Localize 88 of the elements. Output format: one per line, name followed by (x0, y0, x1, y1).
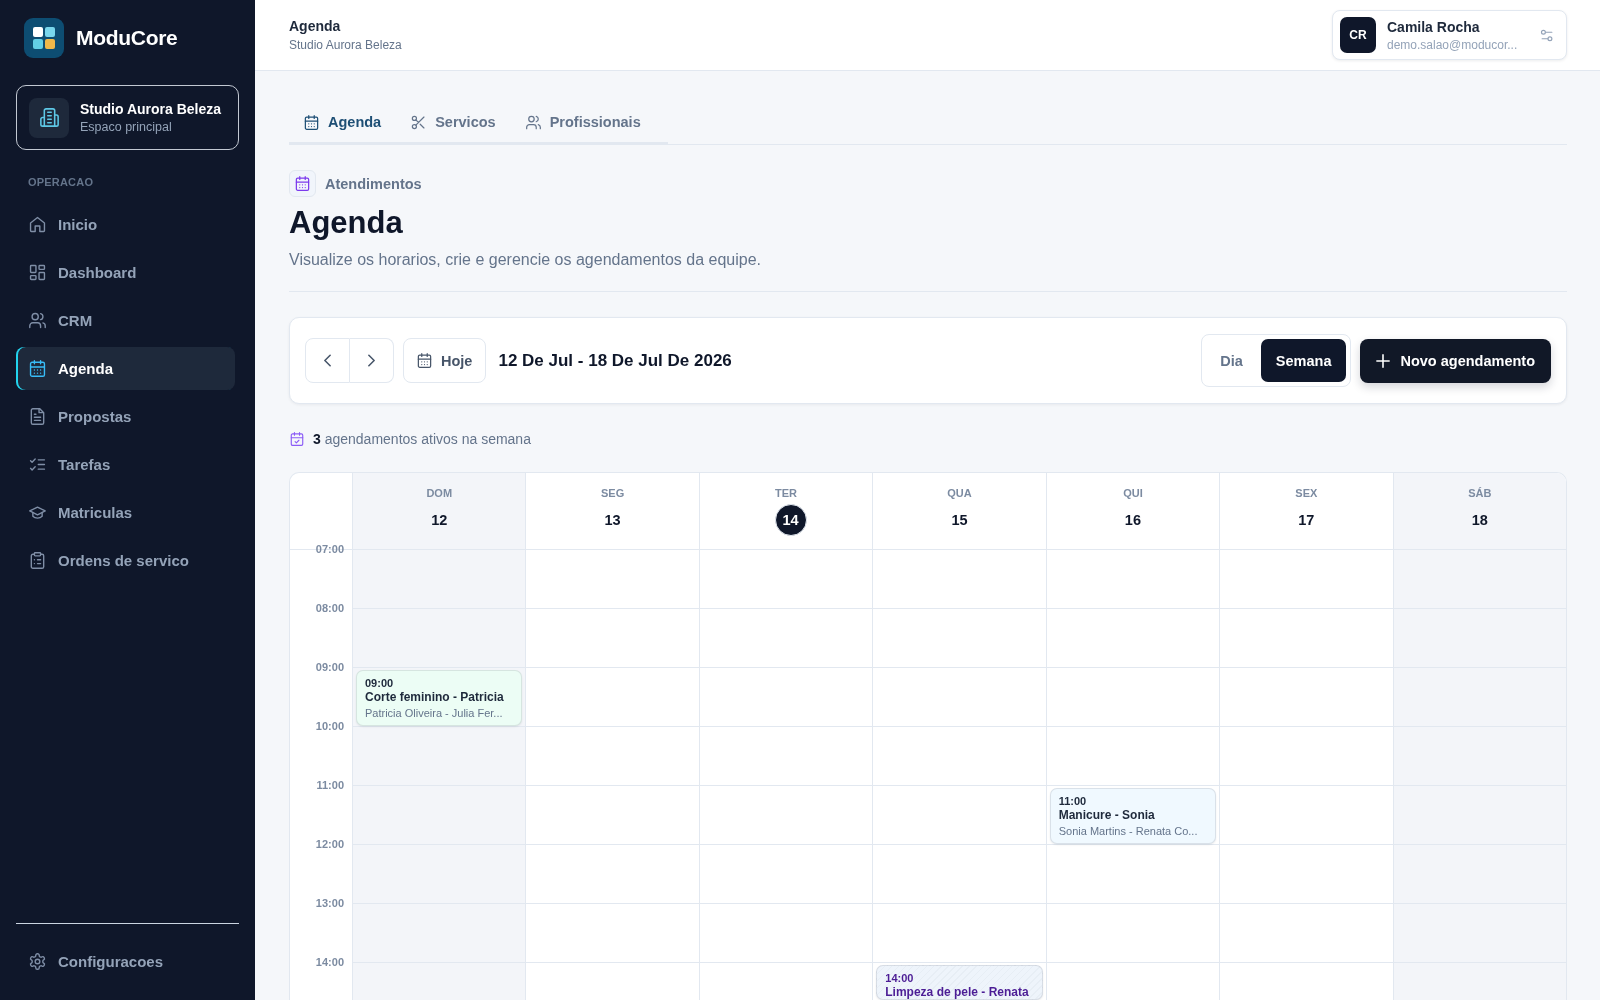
appointment-time: 09:00 (365, 676, 395, 690)
calendar-icon (289, 170, 316, 197)
time-label: 10:00 (315, 720, 344, 733)
calendar-icon (304, 114, 319, 130)
nav-section-label: OPERACAO (27, 176, 95, 189)
document-icon (29, 408, 46, 425)
calendar-icon (29, 360, 46, 377)
nav-item[interactable]: Tarefas (16, 443, 235, 486)
section-label: Atendimentos (325, 175, 422, 192)
user-name: Camila Rocha (1387, 18, 1481, 35)
weekday-label: DOM (426, 487, 453, 500)
chevron-left-icon (324, 354, 331, 367)
day-number: 15 (950, 511, 969, 530)
workspace-switcher[interactable]: Studio Aurora Beleza Espaco principal (16, 85, 239, 150)
appointment-count: 3 agendamentos ativos na semana (313, 430, 531, 448)
page-title: Agenda (289, 18, 342, 34)
checklist-icon (29, 456, 46, 473)
home-icon (29, 216, 46, 233)
weekday-label: SEX (1295, 487, 1318, 500)
weekday-label: QUA (947, 487, 972, 500)
user-email: demo.salao@moducor... (1387, 37, 1519, 52)
time-label: 14:00 (315, 956, 344, 969)
appointment-people: Sonia Martins - Renata Co... (1058, 824, 1199, 838)
clipboard-icon (29, 552, 46, 569)
day-number: 16 (1123, 511, 1142, 530)
calendar-check-icon (290, 432, 304, 446)
weekday-label: SEG (601, 487, 625, 500)
day-number: 14 (774, 504, 807, 536)
time-label: 13:00 (315, 897, 344, 910)
today-button[interactable]: Hoje (403, 338, 487, 383)
weekday-label: TER (775, 487, 798, 500)
scissors-icon (411, 114, 427, 130)
day-number: 12 (430, 511, 449, 530)
plus-icon (1376, 353, 1391, 368)
calendar-icon (417, 353, 432, 368)
tab[interactable]: Agenda (289, 102, 397, 142)
building-icon (29, 97, 69, 138)
weekday-label: SÁB (1468, 487, 1492, 500)
settings-icon (29, 953, 46, 970)
date-range: 12 De Jul - 18 De Jul De 2026 (498, 350, 732, 371)
grid-icon (29, 264, 46, 281)
users-icon (525, 114, 541, 130)
time-label: 11:00 (316, 779, 344, 792)
time-label: 12:00 (315, 838, 344, 851)
chevron-right-icon (368, 354, 375, 367)
nav-item[interactable]: Ordens de servico (16, 539, 235, 582)
tab[interactable]: Profissionais (510, 102, 656, 142)
appointment-title: Corte feminino - Patricia (365, 690, 505, 705)
time-label: 08:00 (315, 602, 344, 615)
appointment-card[interactable]: 09:00 Corte feminino - Patricia Patricia Oliveira - Julia Fer... (356, 670, 523, 726)
previous-button[interactable] (305, 338, 350, 383)
nav-item[interactable]: Matriculas (16, 491, 235, 534)
day-number: 18 (1470, 511, 1489, 530)
nav-item[interactable]: Inicio (16, 203, 235, 246)
graduation-cap-icon (29, 504, 46, 521)
user-menu[interactable]: CR Camila Rocha demo.salao@moducor... (1332, 10, 1567, 60)
nav-item[interactable]: Agenda (16, 347, 235, 390)
appointment-card[interactable]: 11:00 Manicure - Sonia Sonia Martins - Renata Co... (1049, 788, 1217, 844)
sliders-icon (1540, 28, 1554, 42)
appointment-people: Patricia Oliveira - Julia Fer... (365, 706, 504, 720)
appointment-title: Limpeza de pele - Renata (885, 985, 1030, 999)
brand-name: ModuCore (76, 26, 178, 50)
view-option[interactable]: Dia (1206, 339, 1257, 382)
nav-item[interactable]: Dashboard (16, 251, 235, 294)
appointment-time: 14:00 (885, 971, 915, 985)
avatar: CR (1340, 17, 1376, 53)
logo-icon (24, 18, 64, 58)
nav-item[interactable]: CRM (16, 299, 235, 342)
workspace-name: Studio Aurora Beleza (80, 101, 222, 117)
users-icon (29, 312, 46, 329)
time-label: 09:00 (315, 661, 344, 674)
day-number: 13 (603, 511, 622, 530)
page-subtitle: Studio Aurora Beleza (289, 38, 402, 52)
weekday-label: QUI (1123, 487, 1143, 500)
tab[interactable]: Servicos (396, 102, 511, 142)
appointment-card[interactable]: 14:00 Limpeza de pele - Renata (876, 965, 1043, 1000)
appointment-title: Manicure - Sonia (1058, 808, 1156, 823)
next-button[interactable] (350, 338, 394, 383)
view-option[interactable]: Semana (1260, 339, 1347, 382)
time-label: 07:00 (315, 543, 344, 556)
page-heading: Agenda (289, 205, 404, 241)
appointment-time: 11:00 (1058, 794, 1088, 808)
workspace-subtitle: Espaco principal (80, 120, 173, 134)
day-number: 17 (1297, 511, 1316, 530)
nav-item[interactable]: Configuracoes (16, 940, 163, 983)
page-description: Visualize os horarios, crie e gerencie os agendamentos da equipe. (289, 250, 762, 270)
new-appointment-button[interactable]: Novo agendamento (1360, 338, 1551, 383)
nav-item[interactable]: Propostas (16, 395, 235, 438)
